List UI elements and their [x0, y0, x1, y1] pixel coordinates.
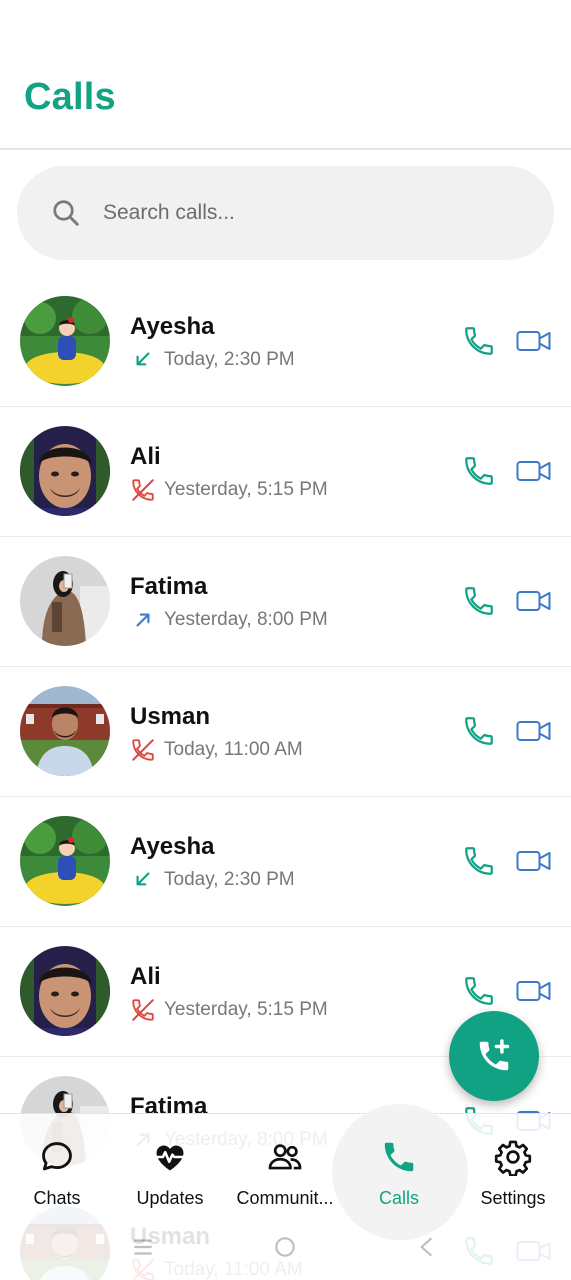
gear-icon	[494, 1140, 532, 1176]
voice-call-icon[interactable]	[462, 714, 496, 748]
call-meta: Today, 11:00 AM	[130, 737, 303, 763]
call-meta: Yesterday, 5:15 PM	[130, 997, 328, 1023]
contact-name: Ayesha	[130, 313, 215, 340]
chat-bubble-icon	[42, 1142, 72, 1171]
call-time: Today, 2:30 PM	[164, 349, 295, 370]
voice-call-icon[interactable]	[462, 324, 496, 358]
video-call-icon[interactable]	[516, 457, 552, 485]
nav-item-settings[interactable]: Settings	[453, 1138, 571, 1209]
call-row[interactable]: Usman Today, 11:00 AM	[0, 667, 571, 797]
nav-label: Communit...	[236, 1188, 334, 1208]
search-input[interactable]	[103, 201, 483, 225]
new-call-button[interactable]	[449, 1011, 539, 1101]
voice-call-icon[interactable]	[462, 454, 496, 488]
call-row[interactable]: Ali Yesterday, 5:15 PM	[0, 407, 571, 537]
video-call-icon[interactable]	[516, 327, 552, 355]
heartbeat-icon	[155, 1145, 185, 1171]
contact-name: Ayesha	[130, 833, 215, 860]
nav-label: Settings	[480, 1188, 546, 1208]
call-time: Yesterday, 8:00 PM	[164, 609, 328, 630]
add-call-icon	[479, 1039, 510, 1071]
call-row[interactable]: Ayesha Today, 2:30 PM	[0, 797, 571, 927]
page-title: Calls	[24, 76, 116, 118]
video-call-icon[interactable]	[516, 587, 552, 615]
avatar[interactable]	[20, 556, 110, 646]
avatar[interactable]	[20, 686, 110, 776]
call-time: Today, 11:00 AM	[164, 739, 303, 760]
video-call-icon[interactable]	[516, 847, 552, 875]
nav-item-chats[interactable]: Chats	[0, 1138, 117, 1209]
call-time: Today, 2:30 PM	[164, 869, 295, 890]
back-icon[interactable]	[414, 1234, 440, 1260]
nav-label: Calls	[378, 1188, 419, 1208]
voice-call-icon[interactable]	[462, 584, 496, 618]
outgoing-call-icon	[136, 613, 150, 627]
call-meta: Yesterday, 8:00 PM	[130, 607, 328, 633]
missed-call-icon	[132, 479, 154, 501]
contact-name: Usman	[130, 703, 211, 730]
search-icon	[53, 200, 79, 226]
voice-call-icon[interactable]	[462, 974, 496, 1008]
call-row[interactable]: Ayesha Today, 2:30 PM	[0, 277, 571, 407]
contact-name: Ali	[130, 963, 161, 990]
avatar[interactable]	[20, 426, 110, 516]
video-call-icon[interactable]	[516, 717, 552, 745]
avatar[interactable]	[20, 946, 110, 1036]
call-meta: Yesterday, 5:15 PM	[130, 477, 328, 503]
call-time: Yesterday, 5:15 PM	[164, 999, 328, 1020]
incoming-call-icon	[136, 872, 150, 886]
people-icon	[268, 1144, 302, 1170]
system-navigation-bar	[0, 1214, 571, 1280]
search-bar[interactable]	[17, 166, 554, 260]
avatar[interactable]	[20, 296, 110, 386]
incoming-call-icon	[136, 352, 150, 366]
recent-apps-icon[interactable]	[130, 1234, 156, 1260]
contact-name: Fatima	[130, 573, 208, 600]
missed-call-icon	[132, 999, 154, 1021]
missed-call-icon	[132, 739, 154, 761]
contact-name: Ali	[130, 443, 161, 470]
nav-label: Chats	[33, 1188, 81, 1208]
call-meta: Today, 2:30 PM	[130, 347, 295, 373]
call-row[interactable]: Fatima Yesterday, 8:00 PM	[0, 537, 571, 667]
video-call-icon[interactable]	[516, 977, 552, 1005]
nav-item-calls[interactable]: Calls	[339, 1138, 459, 1209]
app-header: Calls	[0, 0, 571, 150]
call-time: Yesterday, 5:15 PM	[164, 479, 328, 500]
call-meta: Today, 2:30 PM	[130, 867, 295, 893]
avatar[interactable]	[20, 816, 110, 906]
nav-item-updates[interactable]: Updates	[110, 1138, 230, 1209]
nav-item-communities[interactable]: Communit...	[225, 1138, 345, 1209]
voice-call-icon[interactable]	[462, 844, 496, 878]
phone-icon	[384, 1142, 414, 1172]
home-icon[interactable]	[272, 1234, 298, 1260]
nav-label: Updates	[136, 1188, 204, 1208]
